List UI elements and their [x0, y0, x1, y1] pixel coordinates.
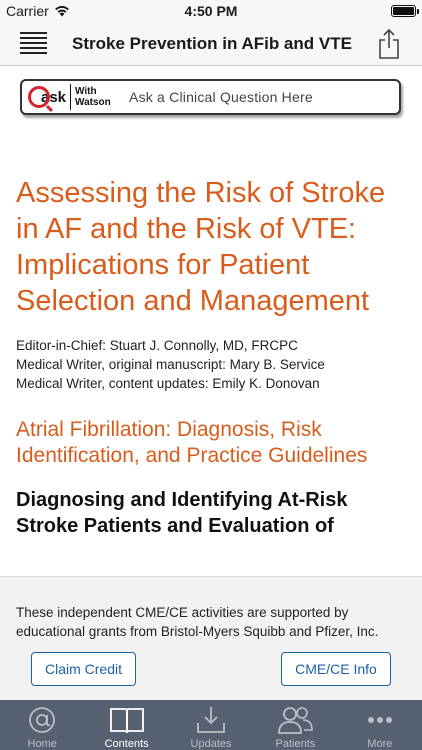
- tab-label: Contents: [104, 738, 149, 750]
- status-bar: Carrier 4:50 PM: [0, 0, 422, 22]
- credit-line: Medical Writer, original manuscript: Mar…: [16, 357, 325, 372]
- hamburger-menu-icon[interactable]: [20, 32, 47, 56]
- ask-watson-logo: ask With Watson: [22, 81, 125, 113]
- download-tray-icon: [197, 707, 225, 733]
- ask-watson-search-box[interactable]: ask With Watson Ask a Clinical Question …: [20, 79, 401, 115]
- cme-info-button[interactable]: CME/CE Info: [281, 652, 391, 686]
- logo-divider: [70, 84, 72, 110]
- navigation-bar: Stroke Prevention in AFib and VTE: [0, 22, 422, 66]
- share-icon[interactable]: [376, 28, 402, 60]
- battery-icon: [391, 5, 419, 17]
- with-line: With: [75, 86, 97, 97]
- credit-line: Medical Writer, content updates: Emily K…: [16, 376, 320, 391]
- patients-icon: [278, 707, 314, 734]
- more-dots-icon: [367, 717, 392, 723]
- page-title: Stroke Prevention in AFib and VTE: [72, 34, 352, 53]
- tab-contents[interactable]: Contents: [84, 700, 168, 750]
- at-sign-icon: [29, 707, 56, 733]
- tab-label: Home: [27, 738, 57, 750]
- document-title: Assessing the Risk of Stroke in AF and t…: [16, 177, 386, 317]
- tab-home[interactable]: Home: [0, 700, 84, 750]
- with-watson-label: With Watson: [75, 86, 125, 108]
- status-time: 4:50 PM: [184, 3, 238, 19]
- document-content[interactable]: Assessing the Risk of Stroke in AF and t…: [0, 124, 422, 580]
- claim-credit-button[interactable]: Claim Credit: [31, 652, 136, 686]
- open-book-icon: [109, 708, 144, 734]
- credit-line: Editor-in-Chief: Stuart J. Connolly, MD,…: [16, 338, 298, 353]
- search-placeholder[interactable]: Ask a Clinical Question Here: [129, 89, 313, 105]
- tab-more[interactable]: More: [338, 700, 422, 750]
- cme-support-notice: These independent CME/CE activities are …: [16, 605, 379, 639]
- magnifier-q-icon: [28, 86, 50, 108]
- watson-line: Watson: [75, 97, 111, 108]
- credits-block: Editor-in-Chief: Stuart J. Connolly, MD,…: [16, 336, 406, 393]
- sub-heading: Diagnosing and Identifying At-Risk Strok…: [16, 489, 348, 537]
- tab-bar: Home Contents Updates Patients More: [0, 700, 422, 750]
- section-heading: Atrial Fibrillation: Diagnosis, Risk Ide…: [16, 418, 368, 467]
- tab-label: Patients: [275, 738, 316, 750]
- tab-patients[interactable]: Patients: [253, 700, 337, 750]
- tab-updates[interactable]: Updates: [169, 700, 253, 750]
- tab-label: Updates: [190, 738, 232, 750]
- cme-panel: These independent CME/CE activities are …: [0, 576, 422, 700]
- tab-label: More: [367, 738, 393, 750]
